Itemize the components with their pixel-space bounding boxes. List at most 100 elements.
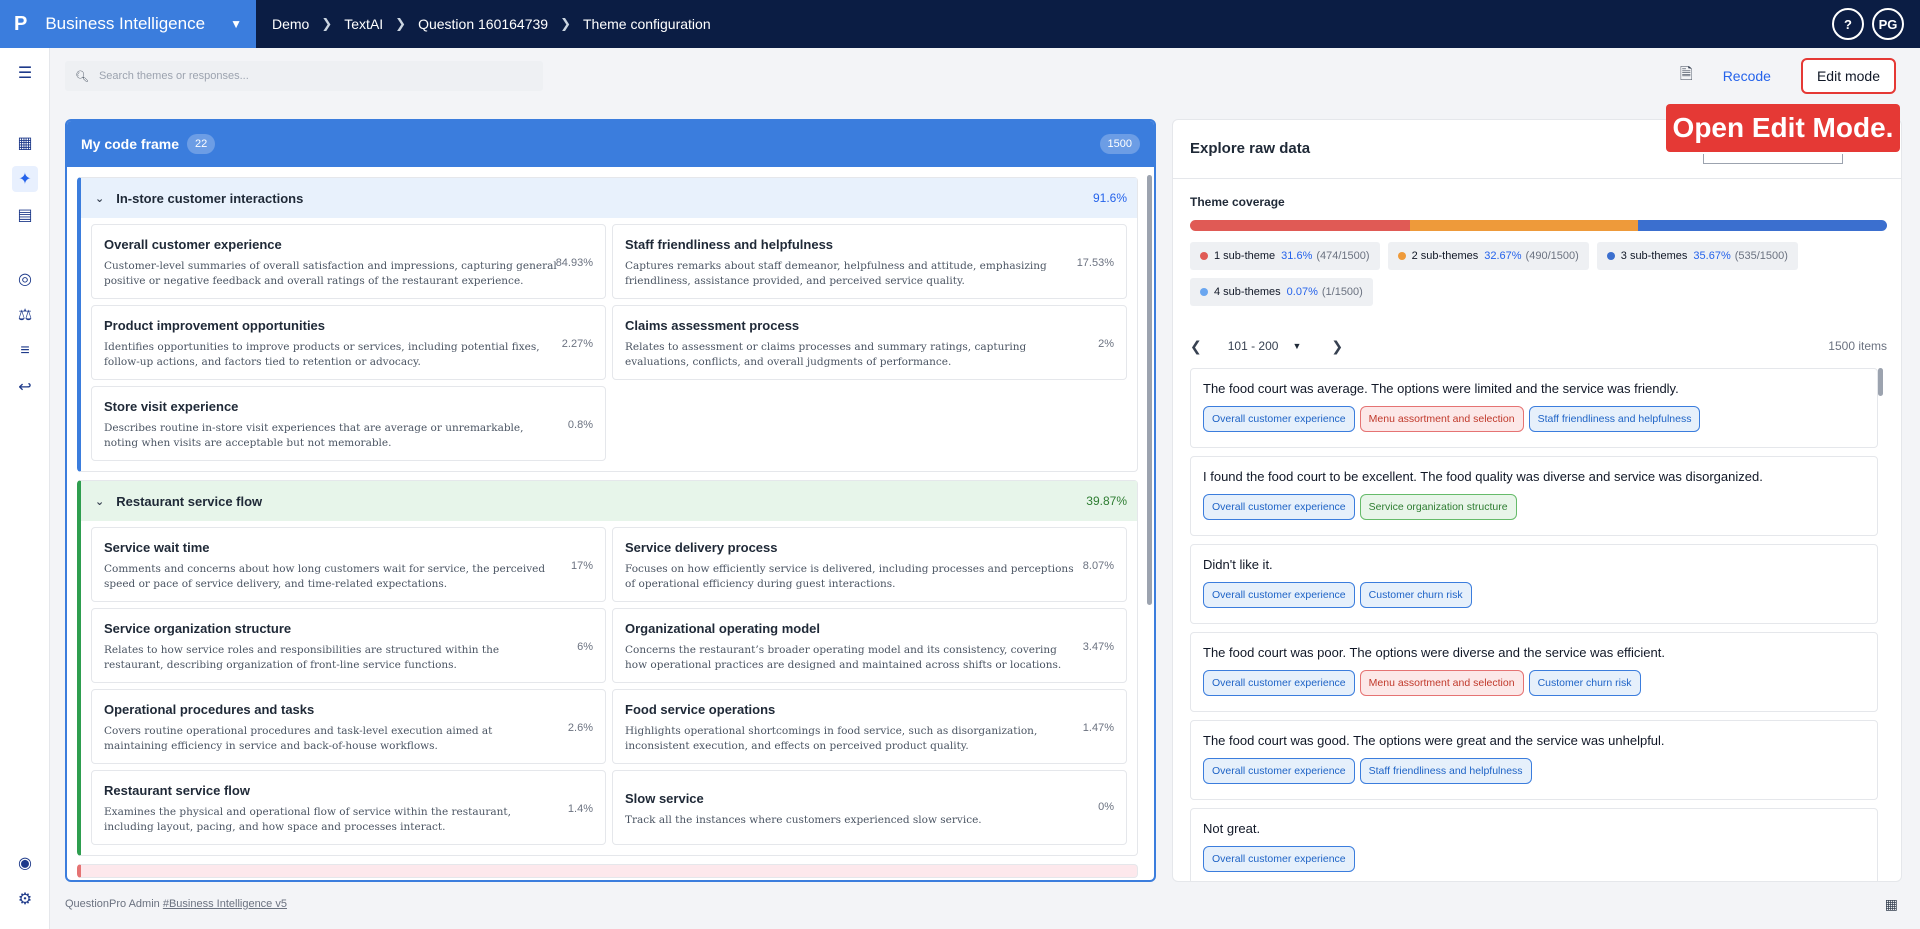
coverage-dot-icon <box>1397 252 1406 260</box>
theme-tag[interactable]: Staff friendliness and helpfulness <box>1359 758 1532 784</box>
balance-icon[interactable]: ⚖ <box>12 302 38 328</box>
theme-card[interactable]: Food service operations Highlights operat… <box>612 689 1127 764</box>
theme-group-header[interactable]: ⌄ Restaurant service flow 39.87% <box>81 481 1137 521</box>
theme-card[interactable]: Operational procedures and tasks Covers r… <box>91 689 606 764</box>
theme-tag[interactable]: Overall customer experience <box>1203 494 1355 520</box>
coverage-chip[interactable]: 2 sub-themes 32.67% (490/1500) <box>1387 242 1589 270</box>
theme-tag[interactable]: Overall customer experience <box>1203 582 1355 608</box>
explore-raw-data-panel: Explore raw data Theme coverage 1 sub-th… <box>1172 119 1902 882</box>
theme-card[interactable]: Product improvement opportunities Identif… <box>91 305 606 380</box>
theme-pct: 84.93% <box>555 257 593 269</box>
breadcrumb-demo[interactable]: Demo <box>272 16 309 32</box>
export-document-icon[interactable]: 🗎 <box>1680 63 1693 90</box>
theme-card[interactable]: Service delivery process Focuses on how e… <box>612 527 1127 602</box>
theme-title: Operational procedures and tasks <box>104 702 315 717</box>
coverage-chip[interactable]: 4 sub-themes 0.07% (1/1500) <box>1190 278 1373 306</box>
theme-group-header[interactable]: ⌄ In-store customer interactions 91.6% <box>81 178 1137 218</box>
response-card[interactable]: I found the food court to be excellent. … <box>1190 456 1878 536</box>
code-frame-scrollbar[interactable] <box>1147 175 1152 605</box>
chevron-down-icon[interactable]: ▼ <box>1292 341 1301 351</box>
sidebar: ☰ ▦ ✦ ▤ ◎ ⚖ ≡ ↩ ◉ ⚙ <box>0 48 50 929</box>
response-card[interactable]: The food court was poor. The options wer… <box>1190 632 1878 712</box>
response-card[interactable]: The food court was average. The options … <box>1190 368 1878 448</box>
app-logo: P <box>14 12 28 35</box>
chevron-down-icon[interactable]: ⌄ <box>95 192 104 205</box>
response-text: The food court was poor. The options wer… <box>1203 645 1665 660</box>
analysis-icon[interactable]: ◎ <box>12 266 38 292</box>
theme-group-name: Restaurant service flow <box>116 493 263 509</box>
theme-pct: 1.4% <box>567 803 593 815</box>
gear-icon[interactable]: ⚙ <box>12 886 38 912</box>
coverage-pct: 32.67% <box>1484 250 1522 262</box>
theme-coverage-legend: 1 sub-theme 31.6% (474/1500) 2 sub-themes 32… <box>1190 242 1887 306</box>
user-icon[interactable]: ◉ <box>12 850 38 876</box>
theme-card[interactable]: Store visit experience Describes routine … <box>91 386 606 461</box>
grid-view-icon[interactable]: ▦ <box>1885 896 1898 913</box>
next-page-icon[interactable]: ❯ <box>1331 338 1343 355</box>
page-range-select[interactable]: 101 - 200 <box>1228 339 1279 353</box>
theme-pct: 3.47% <box>1082 641 1114 653</box>
app-name: Business Intelligence <box>45 14 206 33</box>
theme-tag[interactable]: Service organization structure <box>1359 494 1517 520</box>
coverage-label: 4 sub-themes <box>1214 286 1281 298</box>
theme-tag[interactable]: Customer churn risk <box>1528 670 1641 696</box>
theme-tag[interactable]: Overall customer experience <box>1203 758 1355 784</box>
coverage-label: 3 sub-themes <box>1620 250 1688 262</box>
breadcrumb-question[interactable]: Question 160164739 <box>418 16 548 32</box>
previous-page-icon[interactable]: ❮ <box>1190 338 1202 355</box>
report-icon[interactable]: ▤ <box>12 202 38 228</box>
help-button[interactable]: ? <box>1832 8 1864 40</box>
theme-title: Overall customer experience <box>104 237 282 252</box>
theme-description: Describes routine in-store visit experie… <box>104 422 524 449</box>
theme-card[interactable]: Service organization structure Relates to… <box>91 608 606 683</box>
response-text: I found the food court to be excellent. … <box>1203 469 1763 484</box>
response-card[interactable]: Didn't like it. Overall customer experien… <box>1190 544 1878 624</box>
back-icon[interactable]: ↩ <box>12 374 38 400</box>
theme-card[interactable]: Organizational operating model Concerns t… <box>612 608 1127 683</box>
list-icon[interactable]: ≡ <box>12 338 38 364</box>
annotation-callout: Open Edit Mode. <box>1666 104 1900 152</box>
theme-tag[interactable]: Menu assortment and selection <box>1359 406 1524 432</box>
coverage-pct: 0.07% <box>1286 286 1318 298</box>
avatar[interactable]: PG <box>1872 8 1904 40</box>
theme-group: ⌄ Restaurant service flow 39.87% Service wa… <box>77 480 1138 856</box>
theme-group-name: In-store customer interactions <box>116 190 304 206</box>
theme-tag[interactable]: Overall customer experience <box>1203 670 1355 696</box>
footer-link[interactable]: #Business Intelligence v5 <box>163 898 287 910</box>
response-card[interactable]: Not great. Overall customer experience <box>1190 808 1878 881</box>
theme-description: Comments and concerns about how long cus… <box>104 563 546 590</box>
theme-tag[interactable]: Overall customer experience <box>1203 406 1355 432</box>
theme-coverage-label: Theme coverage <box>1190 195 1285 209</box>
edit-mode-button[interactable]: Edit mode <box>1800 58 1896 94</box>
theme-description: Covers routine operational procedures an… <box>104 725 493 752</box>
theme-group-pct: 91.6% <box>1092 191 1127 205</box>
dashboard-icon[interactable]: ▦ <box>12 130 38 156</box>
coverage-dot-icon <box>1200 288 1208 296</box>
breadcrumb-textai[interactable]: TextAI <box>344 16 383 32</box>
coverage-label: 1 sub-theme <box>1214 250 1276 262</box>
theme-card[interactable]: Slow service Track all the instances wher… <box>612 770 1127 845</box>
theme-card[interactable]: Overall customer experience Customer-leve… <box>91 224 606 299</box>
theme-description: Relates to assessment or claims processe… <box>625 341 1027 368</box>
search-input[interactable]: 🔍︎ Search themes or responses... <box>65 61 543 91</box>
theme-card[interactable]: Claims assessment process Relates to asse… <box>612 305 1127 380</box>
coverage-chip[interactable]: 1 sub-theme 31.6% (474/1500) <box>1190 242 1380 270</box>
chevron-down-icon[interactable]: ⌄ <box>95 495 104 508</box>
menu-icon[interactable]: ☰ <box>12 60 38 86</box>
theme-tag[interactable]: Menu assortment and selection <box>1359 670 1524 696</box>
response-list-scrollbar[interactable] <box>1878 368 1883 396</box>
theme-card[interactable]: Service wait time Comments and concerns a… <box>91 527 606 602</box>
coverage-chip[interactable]: 3 sub-themes 35.67% (535/1500) <box>1596 242 1798 270</box>
sparkle-icon[interactable]: ✦ <box>12 166 38 192</box>
theme-tag[interactable]: Customer churn risk <box>1359 582 1472 608</box>
theme-tag[interactable]: Staff friendliness and helpfulness <box>1528 406 1701 432</box>
theme-card[interactable]: Staff friendliness and helpfulness Captur… <box>612 224 1127 299</box>
code-frame-panel: My code frame 22 1500 ⌄ In-store customer… <box>65 119 1156 882</box>
app-switcher[interactable]: P Business Intelligence ▼ <box>0 0 256 48</box>
recode-button[interactable]: Recode <box>1723 68 1771 84</box>
response-card[interactable]: The food court was good. The options wer… <box>1190 720 1878 800</box>
filter-dropdown[interactable] <box>1703 154 1843 164</box>
theme-card[interactable]: Restaurant service flow Examines the phys… <box>91 770 606 845</box>
search-placeholder: Search themes or responses... <box>98 70 249 82</box>
theme-tag[interactable]: Overall customer experience <box>1203 846 1355 872</box>
